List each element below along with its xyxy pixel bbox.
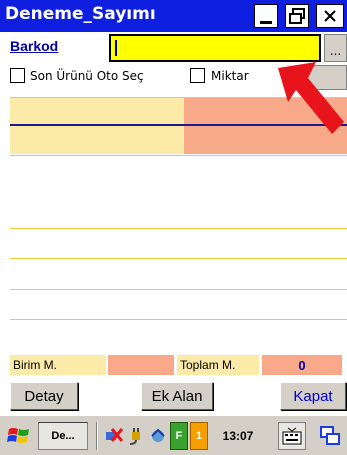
- toplam-value: 0: [262, 355, 342, 375]
- grid-line: [10, 228, 347, 229]
- miktar-label: Miktar: [211, 69, 249, 83]
- notification-count-icon[interactable]: 1: [190, 422, 208, 450]
- taskbar: De... F 1 13:07: [0, 415, 347, 455]
- son-urunu-oto-sec-checkbox[interactable]: [10, 68, 25, 83]
- ek-alan-button[interactable]: Ek Alan: [141, 382, 213, 410]
- text-caret: [115, 40, 117, 56]
- birim-value: [108, 355, 174, 375]
- birim-label: Birim M.: [10, 355, 106, 375]
- grid-cell: [10, 98, 184, 124]
- son-urunu-oto-sec-label: Son Ürünü Oto Seç: [30, 69, 144, 83]
- miktar-checkbox[interactable]: [190, 68, 205, 83]
- windows-flag-icon: [7, 428, 29, 443]
- switch-window-icon[interactable]: [316, 422, 344, 450]
- power-plug-icon[interactable]: [126, 422, 146, 450]
- taskbar-separator: [96, 422, 98, 450]
- window-title: Deneme_Sayımı: [5, 4, 156, 24]
- grid-line: [10, 289, 347, 290]
- sync-icon[interactable]: [148, 422, 168, 450]
- minimize-button[interactable]: [254, 4, 278, 28]
- taskbar-app-button[interactable]: De...: [38, 422, 88, 450]
- keyboard-button[interactable]: [278, 422, 306, 450]
- grid-line: [10, 155, 347, 156]
- keyboard-icon: [282, 427, 302, 445]
- grid-line: [10, 258, 347, 259]
- grid-cell: [10, 126, 184, 154]
- close-button[interactable]: [316, 4, 344, 28]
- clock[interactable]: 13:07: [216, 422, 260, 450]
- kapat-button[interactable]: Kapat: [280, 382, 346, 410]
- start-button[interactable]: [4, 422, 34, 450]
- detay-button[interactable]: Detay: [10, 382, 78, 410]
- restore-icon: [289, 8, 305, 24]
- toplam-label: Toplam M.: [177, 355, 259, 375]
- f-notification-icon[interactable]: F: [170, 422, 188, 450]
- restore-button[interactable]: [285, 4, 309, 28]
- arrow-icon: [278, 62, 344, 134]
- title-bar: Deneme_Sayımı: [0, 0, 347, 32]
- close-icon: [324, 10, 336, 22]
- grid-line: [10, 319, 347, 320]
- network-icon[interactable]: [104, 422, 124, 450]
- barkod-label: Barkod: [10, 38, 59, 54]
- minimize-icon: [260, 20, 272, 24]
